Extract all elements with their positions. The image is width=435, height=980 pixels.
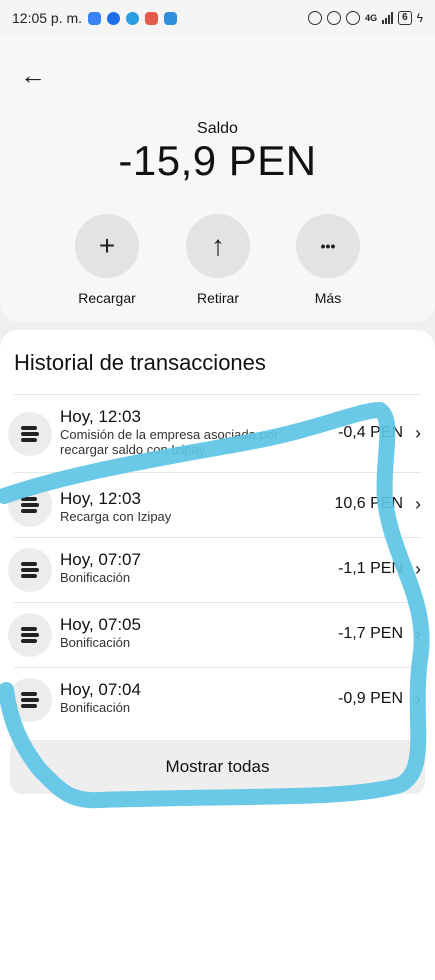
arrow-up-icon: ↑	[186, 214, 250, 278]
withdraw-button[interactable]: ↑ Retirar	[173, 214, 263, 306]
show-all-button[interactable]: Mostrar todas	[10, 740, 425, 794]
chevron-right-icon: ›	[415, 494, 421, 514]
transaction-title: Hoy, 12:03	[60, 407, 141, 426]
status-time: 12:05 p. m.	[12, 10, 83, 26]
transaction-title: Hoy, 07:05	[60, 615, 141, 634]
transaction-amount: -1,1 PEN	[338, 560, 403, 577]
more-label: Más	[314, 290, 342, 306]
transaction-amount: -0,9 PEN	[338, 690, 403, 707]
recharge-label: Recargar	[78, 290, 136, 306]
data-saver-icon	[308, 11, 323, 25]
transaction-amount: -0,4 PEN	[338, 423, 403, 441]
network-type: 4G	[365, 12, 378, 23]
chevron-right-icon: ›	[415, 422, 421, 443]
more-button[interactable]: ••• Más	[283, 214, 373, 306]
battery-level: 6	[402, 12, 408, 23]
coins-icon	[8, 613, 52, 657]
transaction-list: Hoy, 12:03 Comisión de la empresa asocia…	[0, 394, 435, 732]
balance-value: -15,9 PEN	[118, 137, 317, 184]
history-title: Historial de transacciones	[14, 350, 266, 375]
coins-icon	[8, 548, 52, 592]
transaction-row[interactable]: Hoy, 07:07 Bonificación -1,1 PEN ›	[8, 537, 421, 602]
transaction-amount: 10,6 PEN	[334, 495, 403, 512]
app-icon-red	[145, 11, 159, 25]
location-icon	[327, 11, 342, 25]
arrow-left-icon: ←	[20, 60, 46, 90]
more-icon: •••	[296, 214, 360, 278]
actions-row: + Recargar ↑ Retirar ••• Más	[0, 214, 435, 314]
charging-icon: ϟ	[416, 11, 423, 25]
balance-label: Saldo	[197, 120, 238, 137]
chevron-right-icon: ›	[415, 559, 421, 579]
transaction-amount: -1,7 PEN	[338, 625, 403, 642]
transaction-title: Hoy, 12:03	[60, 489, 141, 508]
telegram-icon	[126, 11, 140, 25]
balance-card: ← Saldo -15,9 PEN + Recargar ↑ Retirar •…	[0, 36, 435, 322]
withdraw-label: Retirar	[196, 290, 239, 306]
transaction-subtitle: Bonificación	[60, 635, 131, 650]
transaction-text: Hoy, 12:03 Recarga con Izipay	[60, 489, 310, 524]
coins-icon	[8, 678, 52, 722]
app-icon-blue	[88, 11, 102, 25]
transaction-subtitle: Recarga con Izipay	[60, 509, 172, 524]
transaction-text: Hoy, 07:05 Bonificación	[60, 615, 310, 650]
transaction-subtitle: Bonificación	[60, 570, 131, 585]
status-right: 4G 6 ϟ	[308, 11, 423, 25]
app-icon-teal	[164, 11, 178, 25]
transaction-text: Hoy, 12:03 Comisión de la empresa asocia…	[60, 407, 310, 457]
chevron-right-icon: ›	[415, 624, 421, 644]
transaction-row[interactable]: Hoy, 07:05 Bonificación -1,7 PEN ›	[8, 602, 421, 667]
plus-icon: +	[75, 214, 139, 278]
transaction-subtitle: Bonificación	[60, 700, 131, 715]
status-left: 12:05 p. m.	[12, 10, 178, 26]
coins-icon	[8, 411, 52, 456]
signal-icon	[382, 12, 394, 24]
battery-icon: 6	[398, 11, 412, 25]
transaction-row[interactable]: Hoy, 12:03 Recarga con Izipay 10,6 PEN ›	[8, 472, 421, 537]
transaction-row[interactable]: Hoy, 07:04 Bonificación -0,9 PEN ›	[8, 667, 421, 732]
history-card: Historial de transacciones Hoy, 12:03 Co…	[0, 330, 435, 980]
transaction-row[interactable]: Hoy, 12:03 Comisión de la empresa asocia…	[8, 394, 421, 472]
transaction-subtitle: Comisión de la empresa asociada por reca…	[60, 427, 279, 457]
transaction-text: Hoy, 07:04 Bonificación	[60, 680, 310, 715]
coins-icon	[8, 483, 52, 527]
transaction-title: Hoy, 07:04	[60, 680, 141, 699]
status-bar: 12:05 p. m. 4G 6 ϟ	[0, 0, 435, 36]
messenger-icon	[107, 11, 121, 25]
alarm-icon	[346, 11, 361, 25]
transaction-text: Hoy, 07:07 Bonificación	[60, 550, 310, 585]
recharge-button[interactable]: + Recargar	[62, 214, 152, 306]
transaction-title: Hoy, 07:07	[60, 550, 141, 569]
chevron-right-icon: ›	[415, 689, 421, 709]
back-button[interactable]: ←	[18, 60, 48, 90]
